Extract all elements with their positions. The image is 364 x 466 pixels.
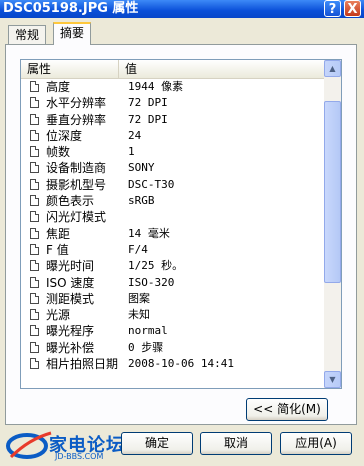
property-value: F/4: [128, 242, 148, 256]
property-value: 1/25 秒。: [128, 259, 184, 273]
table-row[interactable]: 颜色表示 sRGB: [21, 193, 325, 209]
apply-button[interactable]: 应用(A): [280, 432, 352, 455]
property-name: 高度: [46, 80, 71, 94]
property-name: 垂直分辨率: [46, 112, 107, 127]
property-name: 曝光时间: [46, 259, 95, 274]
document-icon: [30, 260, 39, 272]
property-name: F 值: [46, 242, 69, 257]
property-name: 光源: [46, 308, 71, 323]
property-value: sRGB: [128, 194, 155, 208]
help-button[interactable]: ?: [324, 0, 341, 17]
property-value: 未知: [128, 308, 150, 322]
property-list[interactable]: 属性 值 高度 1944 像素水平分辨率 72 DPI 垂直分辨率 72 DPI 位深度 2…: [20, 59, 342, 389]
property-value: ISO-320: [128, 275, 175, 289]
vertical-scrollbar[interactable]: ▲ ▼: [324, 60, 341, 388]
document-icon: [30, 325, 39, 337]
document-icon: [30, 276, 39, 288]
tab-summary[interactable]: 摘要: [53, 22, 92, 45]
property-name: 水平分辨率: [46, 96, 107, 111]
table-row[interactable]: 曝光补偿 0 步骤: [21, 340, 325, 356]
document-icon: [30, 309, 39, 321]
simplify-button[interactable]: << 简化(M): [246, 398, 328, 421]
table-row[interactable]: 相片拍照日期 2008-10-06 14:41: [21, 356, 325, 372]
cancel-button[interactable]: 取消: [200, 432, 272, 455]
property-value: 72 DPI: [128, 112, 168, 126]
property-name: 曝光程序: [46, 324, 95, 339]
ok-button[interactable]: 确定: [121, 432, 193, 455]
document-icon: [30, 341, 39, 353]
document-icon: [30, 162, 39, 174]
table-row[interactable]: 光源 未知: [21, 307, 325, 323]
document-icon: [30, 227, 39, 239]
property-value: 0 步骤: [128, 340, 164, 354]
document-icon: [30, 129, 39, 141]
window-title: DSC05198.JPG 属性: [3, 1, 139, 16]
table-row[interactable]: 垂直分辨率 72 DPI: [21, 112, 325, 128]
property-name: 设备制造商: [46, 161, 107, 176]
property-value: normal: [128, 324, 168, 338]
property-name: 相片拍照日期: [46, 357, 119, 372]
table-row[interactable]: 曝光程序 normal: [21, 323, 325, 339]
document-icon: [30, 358, 39, 370]
document-icon: [30, 178, 39, 190]
table-row[interactable]: 帧数 1: [21, 144, 325, 160]
column-header-property[interactable]: 属性: [21, 60, 119, 78]
property-name: 曝光补偿: [46, 340, 95, 355]
table-row[interactable]: 曝光时间 1/25 秒。: [21, 258, 325, 274]
document-icon: [30, 97, 39, 109]
document-icon: [30, 146, 39, 158]
close-button[interactable]: X: [344, 0, 361, 17]
table-row[interactable]: 焦距 14 毫米: [21, 226, 325, 242]
table-row[interactable]: 设备制造商 SONY: [21, 160, 325, 176]
property-name: 焦距: [46, 226, 71, 241]
document-icon: [30, 113, 39, 125]
scroll-thumb[interactable]: [324, 101, 341, 283]
property-value: 14 毫米: [128, 226, 170, 240]
column-header-value[interactable]: 值: [119, 60, 325, 78]
property-name: ISO 速度: [46, 275, 95, 290]
document-icon: [30, 292, 39, 304]
table-row[interactable]: 摄影机型号 DSC-T30: [21, 177, 325, 193]
property-name: 闪光灯模式: [46, 210, 107, 225]
table-row[interactable]: 水平分辨率 72 DPI: [21, 95, 325, 111]
property-name: 摄影机型号: [46, 177, 107, 192]
site-logo: 家电论坛 JD-BBS.COM: [5, 427, 133, 463]
logo-subtext: JD-BBS.COM: [55, 452, 104, 461]
property-name: 测距模式: [46, 291, 95, 306]
document-icon: [30, 81, 39, 92]
scroll-up-arrow-icon[interactable]: ▲: [324, 60, 341, 77]
document-icon: [30, 211, 39, 223]
scroll-down-arrow-icon[interactable]: ▼: [324, 371, 341, 388]
list-header: 属性 值: [21, 60, 325, 79]
document-icon: [30, 243, 39, 255]
property-name: 颜色表示: [46, 194, 95, 209]
property-value: SONY: [128, 161, 155, 175]
table-row[interactable]: F 值 F/4: [21, 242, 325, 258]
title-bar[interactable]: DSC05198.JPG 属性 ? X: [0, 0, 364, 18]
property-value: 2008-10-06 14:41: [128, 357, 234, 371]
logo-swoosh-icon: [6, 431, 52, 459]
property-name: 位深度: [46, 128, 83, 143]
property-value: 1: [128, 145, 135, 159]
property-value: 1944 像素: [128, 80, 184, 93]
tab-general[interactable]: 常规: [8, 25, 47, 44]
document-icon: [30, 195, 39, 207]
table-row[interactable]: 高度 1944 像素: [21, 79, 325, 95]
property-value: 24: [128, 128, 142, 142]
property-value: 72 DPI: [128, 96, 168, 110]
table-row[interactable]: 闪光灯模式: [21, 209, 325, 225]
property-value: 图案: [128, 291, 150, 305]
table-row[interactable]: ISO 速度 ISO-320: [21, 275, 325, 291]
table-row[interactable]: 位深度 24: [21, 128, 325, 144]
property-name: 帧数: [46, 145, 71, 160]
list-rows: 高度 1944 像素 水平分辨率 72 DPI 垂直分辨率 72 DPI 位深度 24 帧数 1 设…: [21, 79, 325, 372]
property-value: DSC-T30: [128, 177, 175, 191]
table-row[interactable]: 测距模式 图案: [21, 291, 325, 307]
